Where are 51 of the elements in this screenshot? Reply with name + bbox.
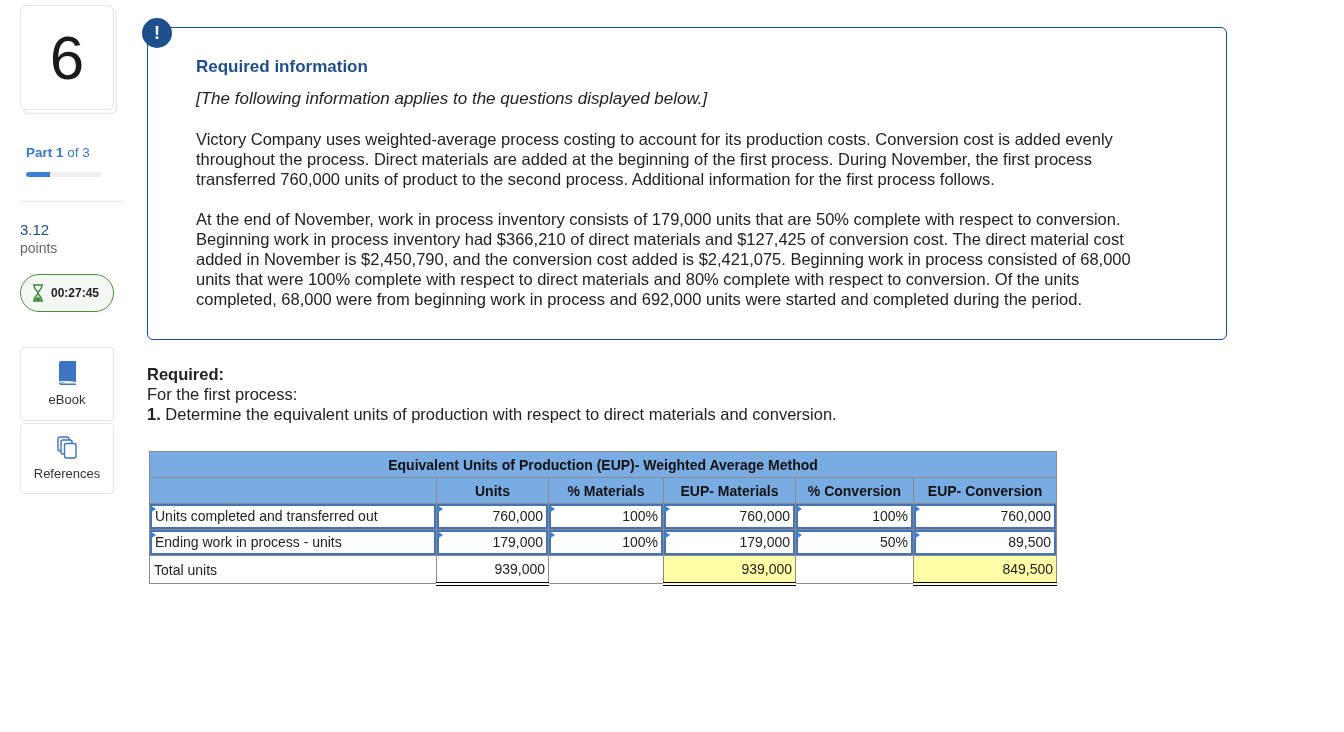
total-value: 939,000 [663,555,796,584]
corner-triangle-icon [664,531,670,539]
answer-field[interactable]: 760,000 [437,504,548,529]
info-note: [The following information applies to the questions displayed below.] [196,89,709,109]
answer-field[interactable]: 760,000 [664,504,795,529]
row-label-field[interactable]: Units completed and transferred out [150,504,436,529]
pages-icon [57,436,77,459]
column-header: EUP- Conversion [913,477,1057,504]
corner-triangle-icon [150,505,156,513]
book-icon [57,361,77,385]
alert-badge: ! [142,18,172,48]
required-heading: Required: [147,364,225,384]
total-value: 939,000 [436,555,549,584]
row-label-field[interactable]: Ending work in process - units [150,530,436,555]
answer-field[interactable]: 179,000 [664,530,795,555]
timer-text: 00:27:45 [51,286,100,300]
answer-field[interactable]: 179,000 [437,530,548,555]
corner-triangle-icon [437,505,443,513]
ebook-button[interactable]: eBook [20,347,114,421]
corner-triangle-icon [150,531,156,539]
info-paragraph: At the end of November, work in process inventory consists of 179,000 units that are 50% complete with respect to conversion. Beginning work in process inventory had $366,210 of direct materials and $127,425 of conversion cost. The direct material cost added in November is $2,450,790, and the conversion cost added is $2,421,075. Beginning work in process consisted of 68,000 units that were 100% complete with respect to direct materials and 80% complete with respect to conversion. Of the units completed, 68,000 were from beginning work in process and 692,000 units were started and completed during the period. [196,209,1132,309]
corner-triangle-icon [664,505,670,513]
row-label: Total units [149,555,437,584]
required-task: 1. Determine the equivalent units of production with respect to direct materials and conversion. [147,404,838,424]
part-label: Part 1 of 3 [25,144,91,161]
required-subtitle: For the first process: [147,384,299,404]
info-paragraph: Victory Company uses weighted-average process costing to account for its production costs. Conversion cost is added evenly throughout the process. Direct materials are added at the beginning of the first process. During November, the first process transferred 760,000 units of product to the second process. Additional information for the first process follows. [196,129,1114,189]
answer-field[interactable]: 100% [549,530,663,555]
answer-field[interactable]: 100% [549,504,663,529]
corner-triangle-icon [549,505,555,513]
column-header: EUP- Materials [663,477,796,504]
answer-field[interactable]: 760,000 [914,504,1057,529]
column-header: % Conversion [795,477,914,504]
total-value: 849,500 [913,555,1057,584]
column-header: Units [436,477,549,504]
answer-field[interactable]: 89,500 [914,530,1057,555]
references-button[interactable]: References [20,423,114,494]
answer-field[interactable]: 100% [796,504,913,529]
corner-triangle-icon [796,531,802,539]
answer-field[interactable]: 50% [796,530,913,555]
info-title: Required information [196,57,369,77]
corner-triangle-icon [437,531,443,539]
table-title: Equivalent Units of Production (EUP)- Weighted Average Method [149,451,1057,478]
corner-triangle-icon [914,531,920,539]
corner-triangle-icon [796,505,802,513]
corner-triangle-icon [914,505,920,513]
points-label: points [20,239,59,257]
column-header: % Materials [548,477,664,504]
corner-triangle-icon [549,531,555,539]
hourglass-icon [32,284,44,302]
points-value: 3.12 [20,221,51,239]
